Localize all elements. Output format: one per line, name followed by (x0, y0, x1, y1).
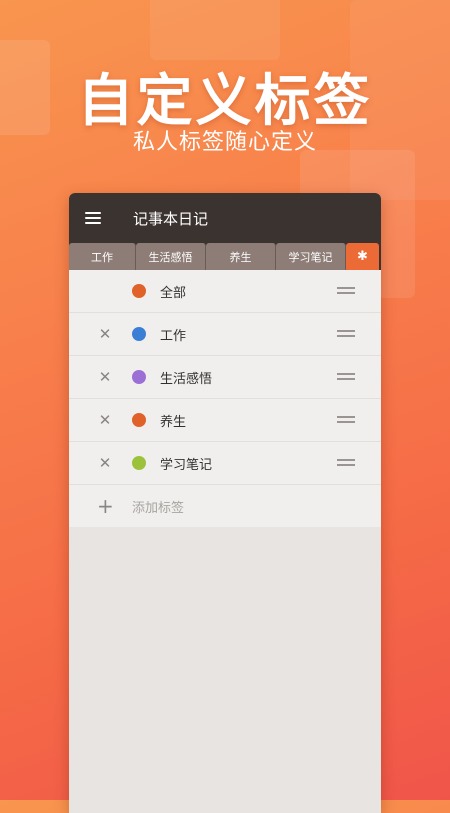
color-dot[interactable] (132, 413, 146, 427)
phone-screen: 记事本日记 工作 生活感悟 养生 学习笔记 ✱ ✕ 全部 ✕ 工作 ✕ 生活感悟 (69, 193, 381, 813)
delete-icon[interactable]: ✕ (97, 411, 113, 429)
hero-subtitle: 私人标签随心定义 (132, 130, 317, 155)
drag-handle-icon[interactable] (337, 287, 355, 294)
delete-icon[interactable]: ✕ (97, 325, 113, 343)
drag-handle-icon[interactable] (337, 459, 355, 466)
hamburger-menu-icon[interactable] (85, 212, 101, 224)
delete-icon[interactable]: ✕ (97, 368, 113, 386)
gear-icon: ✱ (357, 249, 368, 264)
color-dot[interactable] (132, 370, 146, 384)
tag-list: ✕ 全部 ✕ 工作 ✕ 生活感悟 ✕ 养生 ✕ 学习笔记 (69, 270, 381, 527)
tag-tabs: 工作 生活感悟 养生 学习笔记 ✱ (69, 243, 381, 270)
app-title: 记事本日记 (133, 209, 209, 228)
tag-row-health[interactable]: ✕ 养生 (69, 399, 381, 442)
drag-handle-icon[interactable] (337, 416, 355, 423)
tab-health[interactable]: 养生 (206, 243, 276, 270)
tag-label: 学习笔记 (160, 457, 213, 473)
add-tag-label[interactable]: 添加标签 (132, 497, 184, 516)
color-dot[interactable] (132, 327, 146, 341)
tab-settings[interactable]: ✱ (346, 243, 379, 270)
plus-icon[interactable]: + (97, 496, 114, 516)
tag-row-all[interactable]: ✕ 全部 (69, 270, 381, 313)
delete-icon[interactable]: ✕ (97, 454, 113, 472)
tag-row-study[interactable]: ✕ 学习笔记 (69, 442, 381, 485)
color-dot[interactable] (132, 456, 146, 470)
add-tag-row[interactable]: + 添加标签 (69, 485, 381, 527)
drag-handle-icon[interactable] (337, 330, 355, 337)
tag-label: 养生 (160, 414, 187, 430)
tag-row-work[interactable]: ✕ 工作 (69, 313, 381, 356)
color-dot[interactable] (132, 284, 146, 298)
tag-label: 生活感悟 (160, 371, 213, 387)
tag-row-life[interactable]: ✕ 生活感悟 (69, 356, 381, 399)
tab-life[interactable]: 生活感悟 (136, 243, 206, 270)
background-decoration (150, 0, 280, 60)
tag-label: 工作 (160, 328, 187, 344)
tab-work[interactable]: 工作 (69, 243, 136, 270)
app-bar: 记事本日记 (69, 193, 381, 243)
tab-study[interactable]: 学习笔记 (276, 243, 346, 270)
tag-label: 全部 (160, 285, 187, 301)
drag-handle-icon[interactable] (337, 373, 355, 380)
